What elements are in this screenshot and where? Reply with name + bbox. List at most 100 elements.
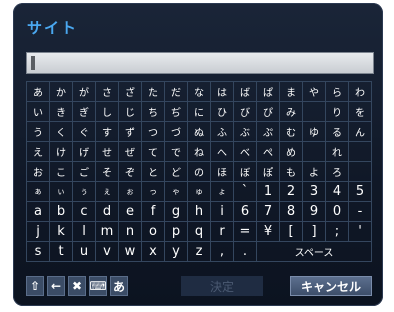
key[interactable]: ば (233, 81, 257, 102)
key[interactable]: ろ (325, 161, 349, 182)
key[interactable]: ぁ (26, 181, 50, 202)
key[interactable]: ぜ (118, 141, 142, 162)
key[interactable]: ぃ (49, 181, 73, 202)
key[interactable]: r (210, 221, 234, 242)
key[interactable]: ぅ (72, 181, 96, 202)
keyboard-icon[interactable]: ⌨ (89, 276, 107, 296)
key[interactable]: い (26, 101, 50, 122)
key[interactable]: づ (164, 121, 188, 142)
key[interactable]: か (49, 81, 73, 102)
key[interactable]: y (164, 241, 188, 262)
key[interactable]: 8 (279, 201, 303, 222)
key[interactable]: ゆ (302, 121, 326, 142)
key[interactable]: く (49, 121, 73, 142)
ok-button[interactable]: 決定 (181, 276, 263, 296)
backspace-icon[interactable]: ← (47, 276, 65, 296)
shift-icon[interactable]: ⇧ (26, 276, 44, 296)
key[interactable]: z (187, 241, 211, 262)
key[interactable]: ず (118, 121, 142, 142)
key[interactable]: q (187, 221, 211, 242)
key[interactable]: ぉ (118, 181, 142, 202)
key[interactable]: v (95, 241, 119, 262)
key[interactable]: p (164, 221, 188, 242)
key[interactable]: n (118, 221, 142, 242)
key[interactable]: や (302, 81, 326, 102)
key[interactable]: u (72, 241, 96, 262)
key[interactable]: ぬ (187, 121, 211, 142)
key[interactable]: ぴ (256, 101, 280, 122)
key[interactable]: べ (233, 141, 257, 162)
key[interactable]: け (49, 141, 73, 162)
key[interactable]: ょ (210, 181, 234, 202)
key[interactable]: ど (164, 161, 188, 182)
key[interactable]: あ (26, 81, 50, 102)
key[interactable]: は (210, 81, 234, 102)
key[interactable]: 0 (325, 201, 349, 222)
key[interactable]: = (233, 221, 257, 242)
key[interactable]: x (141, 241, 165, 262)
key[interactable]: き (49, 101, 73, 122)
key[interactable]: l (72, 221, 96, 242)
key[interactable]: す (95, 121, 119, 142)
key[interactable]: も (279, 161, 303, 182)
key[interactable]: へ (210, 141, 234, 162)
key[interactable]: た (141, 81, 165, 102)
key[interactable]: ゃ (164, 181, 188, 202)
key[interactable]: ぺ (256, 141, 280, 162)
key[interactable]: ら (325, 81, 349, 102)
key[interactable]: - (348, 201, 372, 222)
key[interactable]: に (187, 101, 211, 122)
key[interactable]: せ (95, 141, 119, 162)
key[interactable]: だ (164, 81, 188, 102)
key[interactable]: が (72, 81, 96, 102)
key[interactable]: ざ (118, 81, 142, 102)
key[interactable]: ほ (210, 161, 234, 182)
key[interactable]: ね (187, 141, 211, 162)
key[interactable]: っ (141, 181, 165, 202)
key[interactable]: s (26, 241, 50, 262)
key[interactable]: ゅ (187, 181, 211, 202)
key[interactable]: め (279, 141, 303, 162)
key[interactable]: 7 (256, 201, 280, 222)
key[interactable]: ち (141, 101, 165, 122)
key[interactable]: d (95, 201, 119, 222)
key[interactable]: 3 (302, 181, 326, 202)
key[interactable]: a (26, 201, 50, 222)
key[interactable]: ぢ (164, 101, 188, 122)
text-input[interactable] (26, 52, 374, 74)
key[interactable]: 5 (348, 181, 372, 202)
key[interactable]: ん (348, 121, 372, 142)
key[interactable]: e (118, 201, 142, 222)
key[interactable]: を (348, 101, 372, 122)
key[interactable]: る (325, 121, 349, 142)
key[interactable]: ぎ (72, 101, 96, 122)
key[interactable]: t (49, 241, 73, 262)
key[interactable]: そ (95, 161, 119, 182)
key[interactable]: つ (141, 121, 165, 142)
key[interactable]: f (141, 201, 165, 222)
key[interactable]: な (187, 81, 211, 102)
key[interactable]: 2 (279, 181, 303, 202)
key[interactable]: し (95, 101, 119, 122)
key[interactable]: ' (348, 221, 372, 242)
key[interactable]: さ (95, 81, 119, 102)
key[interactable]: ふ (210, 121, 234, 142)
key[interactable]: み (279, 101, 303, 122)
cancel-button[interactable]: キャンセル (290, 276, 372, 296)
key[interactable]: よ (302, 161, 326, 182)
key[interactable]: ぷ (256, 121, 280, 142)
key[interactable]: わ (348, 81, 372, 102)
key[interactable]: 4 (325, 181, 349, 202)
key[interactable]: h (187, 201, 211, 222)
key[interactable]: お (26, 161, 50, 182)
key[interactable]: ] (302, 221, 326, 242)
key[interactable]: 6 (233, 201, 257, 222)
key[interactable]: i (210, 201, 234, 222)
key[interactable]: ぞ (118, 161, 142, 182)
key[interactable]: c (72, 201, 96, 222)
key[interactable]: げ (72, 141, 96, 162)
space-key[interactable]: スペース (256, 241, 372, 262)
key[interactable]: ま (279, 81, 303, 102)
key[interactable]: ; (325, 221, 349, 242)
key[interactable]: ぼ (233, 161, 257, 182)
